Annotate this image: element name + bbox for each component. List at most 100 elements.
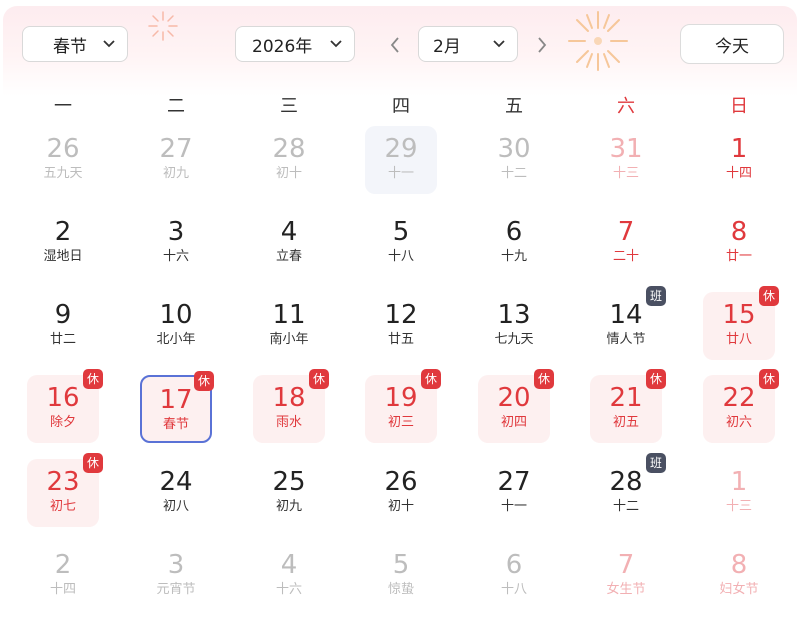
day-cell[interactable]: 18 雨水休	[253, 369, 329, 443]
day-number: 5	[392, 217, 410, 247]
day-number: 28	[272, 134, 306, 164]
day-cell-selected[interactable]: 17 春节休	[140, 371, 214, 443]
day-cell[interactable]: 2 十四	[27, 542, 99, 610]
lunar-label: 初五	[612, 415, 639, 430]
holiday-select[interactable]: 春节	[22, 26, 128, 62]
lunar-label: 十六	[275, 582, 302, 597]
day-cell[interactable]: 19 初三休	[365, 369, 441, 443]
day-number: 24	[159, 467, 193, 497]
lunar-label: 十九	[500, 249, 527, 264]
day-cell[interactable]: 23 初七休	[27, 453, 103, 527]
day-cell[interactable]: 16 除夕休	[27, 369, 103, 443]
day-cell[interactable]: 31 十三	[590, 126, 662, 194]
chevron-down-icon	[103, 40, 115, 48]
day-cell[interactable]: 27 初九	[140, 126, 212, 194]
day-cell[interactable]: 24 初八	[140, 459, 212, 527]
today-button[interactable]: 今天	[680, 24, 784, 64]
lunar-label: 十四	[725, 166, 752, 181]
day-cell[interactable]: 2 湿地日	[27, 209, 99, 277]
day-number: 31	[609, 134, 643, 164]
lunar-label: 女生节	[606, 582, 646, 597]
prev-month-icon[interactable]	[389, 36, 401, 54]
day-number: 29	[384, 134, 418, 164]
day-cell[interactable]: 5 惊蛰	[365, 542, 437, 610]
day-cell[interactable]: 27 十一	[478, 459, 550, 527]
day-cell[interactable]: 25 初九	[253, 459, 325, 527]
day-number: 27	[497, 467, 531, 497]
rest-day-badge: 休	[194, 371, 214, 391]
lunar-label: 廿二	[49, 332, 76, 347]
lunar-label: 初四	[500, 415, 527, 430]
day-cell[interactable]: 11 南小年	[253, 292, 325, 360]
day-cell[interactable]: 8 妇女节	[703, 542, 775, 610]
day-cell[interactable]: 3 十六	[140, 209, 212, 277]
day-cell[interactable]: 13 七九天	[478, 292, 550, 360]
day-cell[interactable]: 10 北小年	[140, 292, 212, 360]
day-cell[interactable]: 5 十八	[365, 209, 437, 277]
day-number: 13	[497, 300, 531, 330]
day-cell[interactable]: 30 十二	[478, 126, 550, 194]
lunar-label: 十二	[500, 166, 527, 181]
lunar-label: 廿一	[725, 249, 752, 264]
lunar-label: 初十	[275, 166, 302, 181]
lunar-label: 二十	[612, 249, 639, 264]
day-cell[interactable]: 15 廿八休	[703, 286, 779, 360]
firework-decoration-small	[148, 11, 178, 41]
month-select[interactable]: 2月	[418, 26, 518, 62]
year-select[interactable]: 2026年	[235, 26, 355, 62]
next-month-icon[interactable]	[536, 36, 548, 54]
day-cell[interactable]: 20 初四休	[478, 369, 554, 443]
day-cell[interactable]: 8 廿一	[703, 209, 775, 277]
day-number: 10	[159, 300, 193, 330]
day-cell[interactable]: 22 初六休	[703, 369, 779, 443]
day-cell[interactable]: 21 初五休	[590, 369, 666, 443]
day-cell[interactable]: 26 五九天	[27, 126, 99, 194]
day-number: 6	[505, 217, 523, 247]
rest-day-badge: 休	[83, 369, 103, 389]
day-number: 7	[617, 550, 635, 580]
day-cell[interactable]: 28 初十	[253, 126, 325, 194]
day-number: 6	[505, 550, 523, 580]
day-cell[interactable]: 6 十九	[478, 209, 550, 277]
day-number: 3	[167, 217, 185, 247]
day-cell[interactable]: 3 元宵节	[140, 542, 212, 610]
day-number: 27	[159, 134, 193, 164]
weekday-label: 日	[730, 96, 748, 117]
weekday-label: 六	[617, 96, 635, 117]
calendar-panel: 春节 2026年 2月 今天 一二三四五六日 26 五九天 27 初九 28 初十 29 十一…	[3, 6, 797, 625]
day-cell[interactable]: 7 女生节	[590, 542, 662, 610]
lunar-label: 初九	[162, 166, 189, 181]
lunar-label: 元宵节	[156, 582, 196, 597]
weekday-label: 三	[280, 96, 298, 117]
day-cell[interactable]: 14 情人节班	[590, 286, 666, 360]
lunar-label: 春节	[162, 417, 189, 432]
lunar-label: 妇女节	[719, 582, 759, 597]
firework-decoration-large	[568, 11, 628, 71]
day-number: 4	[280, 217, 298, 247]
day-number: 11	[272, 300, 306, 330]
day-cell[interactable]: 9 廿二	[27, 292, 99, 360]
day-number: 9	[54, 300, 72, 330]
day-cell[interactable]: 6 十八	[478, 542, 550, 610]
day-cell[interactable]: 29 十一	[365, 126, 437, 194]
day-cell[interactable]: 7 二十	[590, 209, 662, 277]
day-cell[interactable]: 28 十二班	[590, 453, 666, 527]
weekday-label: 五	[505, 96, 523, 117]
chevron-down-icon	[493, 40, 505, 48]
day-cell[interactable]: 12 廿五	[365, 292, 437, 360]
lunar-label: 廿八	[725, 332, 752, 347]
day-cell[interactable]: 4 十六	[253, 542, 325, 610]
day-cell[interactable]: 1 十三	[703, 459, 775, 527]
day-cell[interactable]: 26 初十	[365, 459, 437, 527]
rest-day-badge: 休	[759, 369, 779, 389]
day-number: 1	[730, 467, 748, 497]
lunar-label: 十一	[387, 166, 414, 181]
day-number: 26	[384, 467, 418, 497]
lunar-label: 北小年	[156, 332, 196, 347]
workday-badge: 班	[646, 453, 666, 473]
day-cell[interactable]: 1 十四	[703, 126, 775, 194]
workday-badge: 班	[646, 286, 666, 306]
lunar-label: 七九天	[494, 332, 534, 347]
day-number: 30	[497, 134, 531, 164]
day-cell[interactable]: 4 立春	[253, 209, 325, 277]
